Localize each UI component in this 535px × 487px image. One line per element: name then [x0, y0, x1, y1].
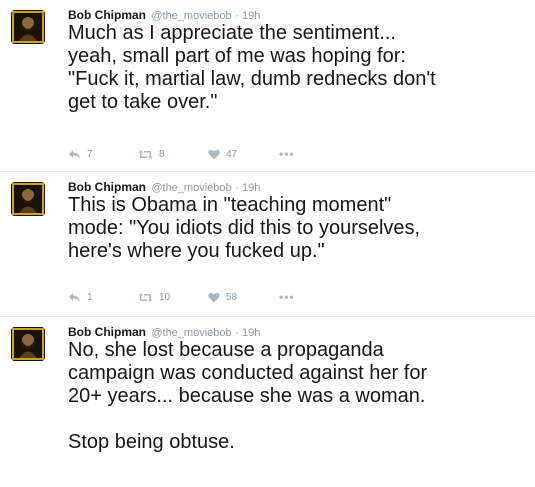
reply-count: 1 [87, 291, 93, 303]
user-handle[interactable]: @the_moviebob [151, 10, 231, 22]
tweet-text: No, she lost because a propaganda campai… [68, 339, 428, 453]
more-icon: ••• [279, 290, 295, 304]
retweet-icon [138, 292, 153, 303]
more-button[interactable]: ••• [279, 147, 295, 161]
tweet-2[interactable]: Bob Chipman @the_moviebob · 19h This is … [0, 172, 535, 317]
avatar[interactable] [11, 327, 45, 361]
retweet-button[interactable]: 8 [138, 147, 165, 161]
display-name[interactable]: Bob Chipman [68, 8, 146, 22]
like-button[interactable]: 47 [208, 147, 237, 161]
tweet-text: This is Obama in "teaching moment" mode:… [68, 194, 421, 262]
tweet-3[interactable]: Bob Chipman @the_moviebob · 19h No, she … [0, 317, 535, 487]
timestamp[interactable]: 19h [242, 10, 260, 22]
timestamp[interactable]: 19h [242, 182, 260, 194]
reply-icon [68, 149, 81, 160]
reply-button[interactable]: 1 [68, 290, 93, 304]
display-name[interactable]: Bob Chipman [68, 180, 146, 194]
user-handle[interactable]: @the_moviebob [151, 327, 231, 339]
reply-button[interactable]: 7 [68, 147, 93, 161]
heart-icon [208, 149, 220, 160]
display-name[interactable]: Bob Chipman [68, 325, 146, 339]
like-count: 58 [226, 291, 238, 303]
like-button[interactable]: 58 [208, 290, 237, 304]
more-button[interactable]: ••• [279, 290, 295, 304]
retweet-count: 10 [159, 291, 171, 303]
heart-icon [208, 292, 220, 303]
reply-count: 7 [87, 148, 93, 160]
avatar[interactable] [11, 10, 45, 44]
tweet-1[interactable]: Bob Chipman @the_moviebob · 19h Much as … [0, 0, 535, 172]
tweet-feed: Bob Chipman @the_moviebob · 19h Much as … [0, 0, 535, 487]
more-icon: ••• [279, 147, 295, 161]
like-count: 47 [226, 148, 238, 160]
retweet-icon [138, 149, 153, 160]
retweet-button[interactable]: 10 [138, 290, 170, 304]
timestamp[interactable]: 19h [242, 327, 260, 339]
separator: · [234, 327, 239, 339]
avatar[interactable] [11, 182, 45, 216]
reply-icon [68, 292, 81, 303]
separator: · [234, 182, 239, 194]
separator: · [234, 10, 239, 22]
tweet-text: Much as I appreciate the sentiment... ye… [68, 22, 436, 113]
user-handle[interactable]: @the_moviebob [151, 182, 231, 194]
retweet-count: 8 [159, 148, 165, 160]
